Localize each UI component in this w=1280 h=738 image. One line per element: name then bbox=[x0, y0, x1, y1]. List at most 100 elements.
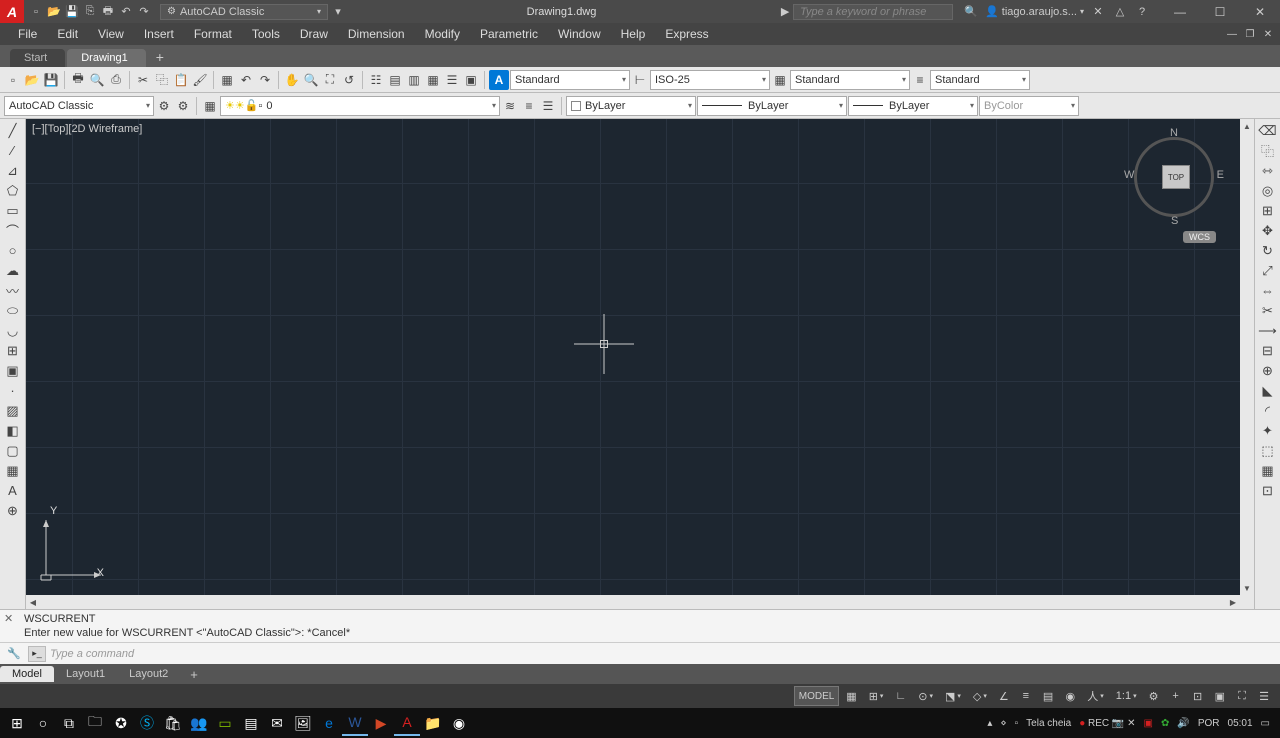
wcs-badge[interactable]: WCS bbox=[1183, 231, 1216, 243]
print-icon[interactable]: 🖶 bbox=[100, 4, 116, 20]
erase-icon[interactable]: ⌫ bbox=[1258, 121, 1278, 140]
line-icon[interactable]: ╱ bbox=[3, 121, 23, 140]
mlstyle-icon[interactable]: ≡ bbox=[911, 70, 929, 90]
photos-icon[interactable]: 🖼 bbox=[290, 710, 316, 736]
extend-icon[interactable]: ⟶ bbox=[1258, 321, 1278, 340]
copy-icon[interactable]: ⿻ bbox=[153, 70, 171, 90]
status-lw-icon[interactable]: ≡ bbox=[1016, 686, 1036, 706]
ws-gear-icon[interactable]: ⚙ bbox=[155, 96, 173, 116]
menu-file[interactable]: File bbox=[8, 25, 47, 43]
layout-tab-model[interactable]: Model bbox=[0, 666, 54, 682]
calc-icon[interactable]: ▣ bbox=[462, 70, 480, 90]
status-snap-icon[interactable]: ⊞ bbox=[864, 686, 889, 706]
qat-dropdown-icon[interactable]: ▾ bbox=[330, 4, 346, 20]
explorer-icon[interactable]: 🗀 bbox=[82, 710, 108, 736]
tray-icon-2[interactable]: ✿ bbox=[1161, 718, 1169, 729]
copy-obj-icon[interactable]: ⿻ bbox=[1258, 141, 1278, 160]
table-icon[interactable]: ▦ bbox=[3, 461, 23, 480]
grp-icon[interactable]: ⊡ bbox=[1258, 481, 1278, 500]
zoom-rt-icon[interactable]: 🔍 bbox=[302, 70, 320, 90]
search-icon[interactable]: 🔍 bbox=[963, 4, 979, 20]
status-ortho-icon[interactable]: ∟ bbox=[890, 686, 911, 706]
menu-parametric[interactable]: Parametric bbox=[470, 25, 548, 43]
undo-icon[interactable]: ↶ bbox=[118, 4, 134, 20]
join-icon[interactable]: ⊕ bbox=[1258, 361, 1278, 380]
menu-window[interactable]: Window bbox=[548, 25, 611, 43]
a360-icon[interactable]: △ bbox=[1112, 4, 1128, 20]
toolpalette-icon[interactable]: ▥ bbox=[405, 70, 423, 90]
close-button[interactable]: ✕ bbox=[1240, 0, 1280, 23]
tray-icon-1[interactable]: ▣ bbox=[1144, 718, 1153, 729]
horizontal-scrollbar[interactable]: ◀▶ bbox=[26, 595, 1240, 609]
tablestyle-icon[interactable]: ▦ bbox=[771, 70, 789, 90]
chamfer-icon[interactable]: ◣ bbox=[1258, 381, 1278, 400]
taskview-icon[interactable]: ⧉ bbox=[56, 710, 82, 736]
rect-icon[interactable]: ▭ bbox=[3, 201, 23, 220]
saveas-icon[interactable]: ⎘ bbox=[82, 4, 98, 20]
status-osnap-icon[interactable]: ◇ bbox=[968, 686, 992, 706]
status-polar-icon[interactable]: ⊙ bbox=[913, 686, 938, 706]
tray-notif-icon[interactable]: ▭ bbox=[1261, 718, 1270, 729]
drc-icon[interactable]: ▦ bbox=[1258, 461, 1278, 480]
color-dropdown[interactable]: ByLayer bbox=[566, 96, 696, 116]
app-logo[interactable]: A bbox=[0, 0, 24, 23]
exchange-icon[interactable]: ✕ bbox=[1090, 4, 1106, 20]
viewcube[interactable]: N S E W TOP bbox=[1124, 127, 1224, 227]
tray-label[interactable]: Tela cheia bbox=[1026, 718, 1071, 729]
tray-vol-icon[interactable]: 🔊 bbox=[1177, 718, 1189, 729]
status-ws-icon[interactable]: ⚙ bbox=[1144, 686, 1164, 706]
status-scale-button[interactable]: 1:1 bbox=[1111, 686, 1142, 706]
layer-iso-icon[interactable]: ☰ bbox=[539, 96, 557, 116]
gradient-icon[interactable]: ◧ bbox=[3, 421, 23, 440]
layout-tab-add[interactable]: + bbox=[180, 667, 208, 682]
cut-icon[interactable]: ✂ bbox=[134, 70, 152, 90]
pan-icon[interactable]: ✋ bbox=[283, 70, 301, 90]
menu-edit[interactable]: Edit bbox=[47, 25, 88, 43]
save-icon[interactable]: 💾 bbox=[42, 70, 60, 90]
new-icon[interactable]: ▫ bbox=[28, 4, 44, 20]
table-style-dropdown[interactable]: Standard bbox=[790, 70, 910, 90]
status-transp-icon[interactable]: ▤ bbox=[1038, 686, 1058, 706]
vertical-scrollbar[interactable]: ▲▼ bbox=[1240, 119, 1254, 595]
layout-tab-layout2[interactable]: Layout2 bbox=[117, 666, 180, 682]
viewcube-top-face[interactable]: TOP bbox=[1162, 165, 1190, 189]
search-go-icon[interactable]: ▶ bbox=[777, 4, 793, 20]
paste-icon[interactable]: 📋 bbox=[172, 70, 190, 90]
ddr-icon[interactable]: ⬚ bbox=[1258, 441, 1278, 460]
dcenter-icon[interactable]: ▤ bbox=[386, 70, 404, 90]
stretch-icon[interactable]: ⇔ bbox=[1258, 281, 1278, 300]
layer-manager-icon[interactable]: ▦ bbox=[201, 96, 219, 116]
redo-icon[interactable]: ↷ bbox=[256, 70, 274, 90]
dimstyle-icon[interactable]: ⊢ bbox=[631, 70, 649, 90]
start-icon[interactable]: ⊞ bbox=[4, 710, 30, 736]
preview-icon[interactable]: 🔍 bbox=[88, 70, 106, 90]
explode-icon[interactable]: ✦ bbox=[1258, 421, 1278, 440]
cmd-recent-icon[interactable]: ▸_ bbox=[28, 646, 46, 662]
status-qprops-icon[interactable]: ▣ bbox=[1210, 686, 1230, 706]
ellipse-icon[interactable]: ⬭ bbox=[3, 301, 23, 320]
edge-icon[interactable]: e bbox=[316, 710, 342, 736]
infocenter-search[interactable]: Type a keyword or phrase bbox=[793, 4, 953, 20]
doctab-drawing1[interactable]: Drawing1 bbox=[67, 49, 145, 67]
status-units-icon[interactable]: ⊡ bbox=[1188, 686, 1208, 706]
minimize-button[interactable]: — bbox=[1160, 0, 1200, 23]
array-icon[interactable]: ⊞ bbox=[1258, 201, 1278, 220]
plotstyle-dropdown[interactable]: ByColor bbox=[979, 96, 1079, 116]
cmd-customize-icon[interactable]: 🔧 bbox=[4, 644, 24, 663]
menu-draw[interactable]: Draw bbox=[290, 25, 338, 43]
offset-icon[interactable]: ◎ bbox=[1258, 181, 1278, 200]
circle-icon[interactable]: ○ bbox=[3, 241, 23, 260]
ml-style-dropdown[interactable]: Standard bbox=[930, 70, 1030, 90]
status-customize-icon[interactable]: ☰ bbox=[1254, 686, 1274, 706]
undo-icon[interactable]: ↶ bbox=[237, 70, 255, 90]
autocad-icon[interactable]: A bbox=[394, 710, 420, 736]
cortana-icon[interactable]: ○ bbox=[30, 710, 56, 736]
menu-format[interactable]: Format bbox=[184, 25, 242, 43]
viewport-label[interactable]: [−][Top][2D Wireframe] bbox=[32, 123, 142, 135]
block-icon[interactable]: ▣ bbox=[3, 361, 23, 380]
plot-icon[interactable]: 🖶 bbox=[69, 70, 87, 90]
status-fullscreen-icon[interactable]: ⛶ bbox=[1232, 686, 1252, 706]
ucs-icon[interactable]: Y X bbox=[36, 505, 116, 585]
open-icon[interactable]: 📂 bbox=[23, 70, 41, 90]
menu-tools[interactable]: Tools bbox=[242, 25, 290, 43]
